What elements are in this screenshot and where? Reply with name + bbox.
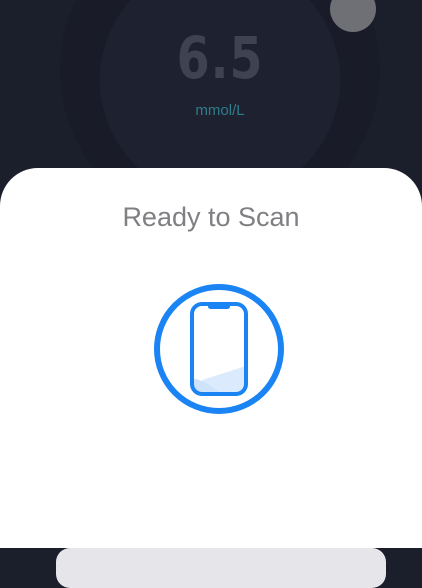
glucose-reading-value: 6.5	[176, 24, 264, 92]
ready-to-scan-sheet: Ready to Scan	[0, 168, 422, 588]
glucose-reading-unit: mmol/L	[195, 102, 245, 119]
phone-scan-icon	[154, 284, 284, 414]
sheet-title: Ready to Scan	[122, 202, 300, 232]
cancel-scan-button[interactable]	[56, 548, 386, 588]
